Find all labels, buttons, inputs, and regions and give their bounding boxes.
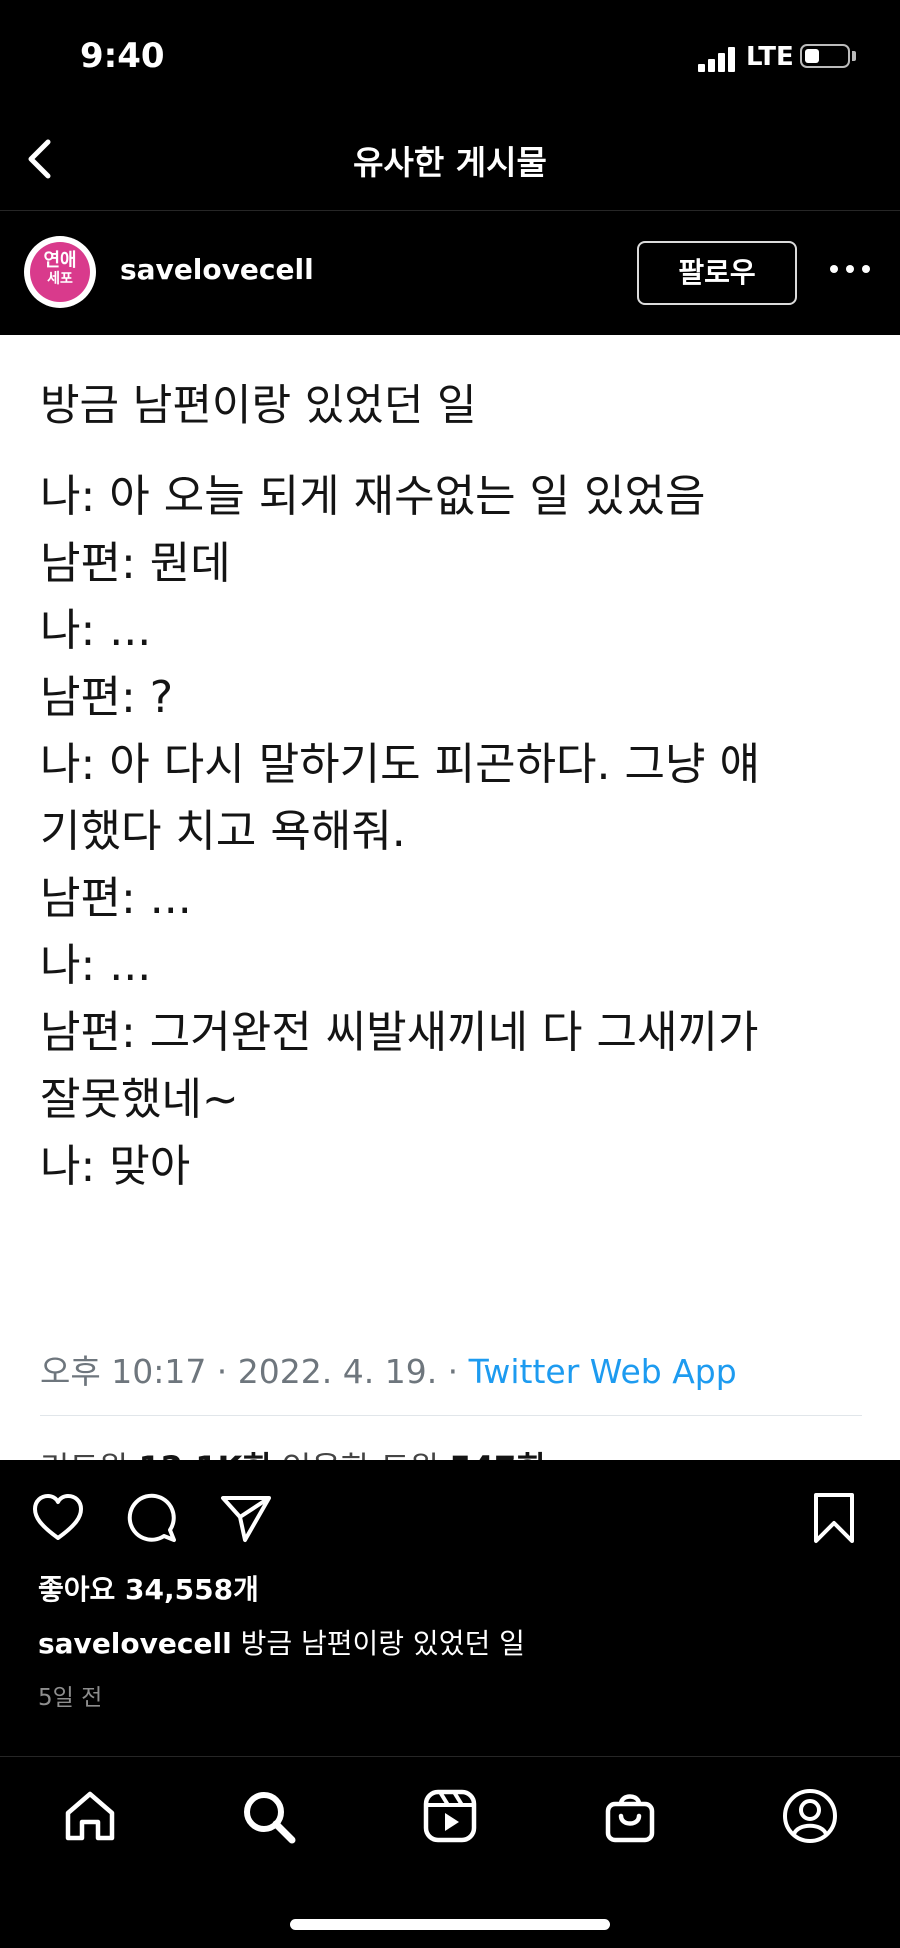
battery-tip	[852, 51, 856, 61]
tab-reels[interactable]	[420, 1786, 480, 1846]
tweet-stats: 리트윗 12.1K회 인용한 트윗 547회	[40, 1443, 546, 1460]
post-header: 연애 세포 savelovecell 팔로우	[0, 211, 900, 335]
tweet-line: 나: 아 오늘 되게 재수없는 일 있었음	[40, 471, 706, 522]
like-count[interactable]: 좋아요 34,558개	[38, 1568, 259, 1608]
tab-search[interactable]	[238, 1786, 298, 1846]
tweet-meta: 오후 10:17 · 2022. 4. 19. · Twitter Web Ap…	[40, 1345, 737, 1393]
more-options-icon[interactable]	[828, 259, 872, 279]
follow-button[interactable]: 팔로우	[637, 241, 797, 305]
status-bar: 9:40 LTE	[0, 0, 900, 110]
tweet-line: 나: ...	[40, 940, 152, 991]
network-label: LTE	[746, 42, 794, 72]
tweet-line: 나: ...	[40, 605, 152, 656]
comment-icon	[127, 1493, 176, 1542]
page-title: 유사한 게시물	[353, 143, 547, 182]
signal-icon	[698, 44, 740, 72]
profile-icon	[783, 1789, 837, 1843]
retweet-label: 리트윗	[40, 1449, 139, 1460]
share-button[interactable]	[218, 1490, 274, 1546]
tweet-source: Twitter Web App	[468, 1352, 737, 1391]
search-icon	[244, 1792, 296, 1844]
tweet-line: 남편: ...	[40, 873, 192, 924]
status-time: 9:40	[80, 36, 165, 76]
avatar-text-1: 연애	[43, 250, 77, 271]
quote-label: 인용한 트윗	[272, 1449, 450, 1460]
top-nav: 유사한 게시물	[0, 110, 900, 210]
avatar-logo: 연애 세포	[30, 242, 90, 302]
reels-icon	[423, 1789, 477, 1843]
action-bar	[0, 1460, 900, 1570]
bookmark-icon	[814, 1493, 854, 1543]
avatar-text-2: 세포	[47, 271, 73, 287]
retweet-count: 12.1K회	[139, 1449, 272, 1460]
tweet-title: 방금 남편이랑 있었던 일	[40, 381, 477, 431]
avatar[interactable]: 연애 세포	[24, 236, 96, 308]
tweet-timestamp: 오후 10:17 · 2022. 4. 19. ·	[40, 1352, 469, 1391]
tweet-line: 잘못했네~	[40, 1074, 239, 1125]
comment-button[interactable]	[124, 1490, 180, 1546]
tweet-line: 나: 맞아	[40, 1141, 191, 1192]
tab-bar-divider	[0, 1756, 900, 1757]
tweet-line: 남편: ?	[40, 672, 174, 723]
home-indicator[interactable]	[290, 1919, 610, 1930]
tweet-divider	[40, 1415, 862, 1416]
tweet-line: 나: 아 다시 말하기도 피곤하다. 그냥 얘	[40, 739, 760, 790]
post-image[interactable]: 방금 남편이랑 있었던 일 나: 아 오늘 되게 재수없는 일 있었음 남편: …	[0, 335, 900, 1460]
caption-username[interactable]: savelovecell	[38, 1627, 232, 1660]
heart-icon	[33, 1494, 83, 1540]
save-button[interactable]	[806, 1490, 862, 1546]
tweet-line: 남편: 그거완전 씨발새끼네 다 그새끼가	[40, 1007, 759, 1058]
tweet-line: 남편: 뭔데	[40, 538, 231, 589]
battery-icon	[800, 44, 850, 68]
tab-profile[interactable]	[780, 1786, 840, 1846]
home-icon	[65, 1791, 115, 1841]
tab-home[interactable]	[60, 1786, 120, 1846]
tab-shop[interactable]	[600, 1786, 660, 1846]
caption-text: 방금 남편이랑 있었던 일	[231, 1627, 525, 1660]
like-button[interactable]	[30, 1490, 86, 1546]
shop-icon	[605, 1794, 655, 1843]
tweet-body: 나: 아 오늘 되게 재수없는 일 있었음 남편: 뭔데 나: ... 남편: …	[40, 463, 880, 1200]
send-icon	[221, 1496, 271, 1542]
post-username[interactable]: savelovecell	[120, 253, 314, 286]
caption: savelovecell 방금 남편이랑 있었던 일	[38, 1622, 525, 1662]
post-time: 5일 전	[38, 1685, 103, 1711]
tweet-line: 기했다 치고 욕해줘.	[40, 806, 406, 857]
quote-count: 547회	[449, 1449, 545, 1460]
